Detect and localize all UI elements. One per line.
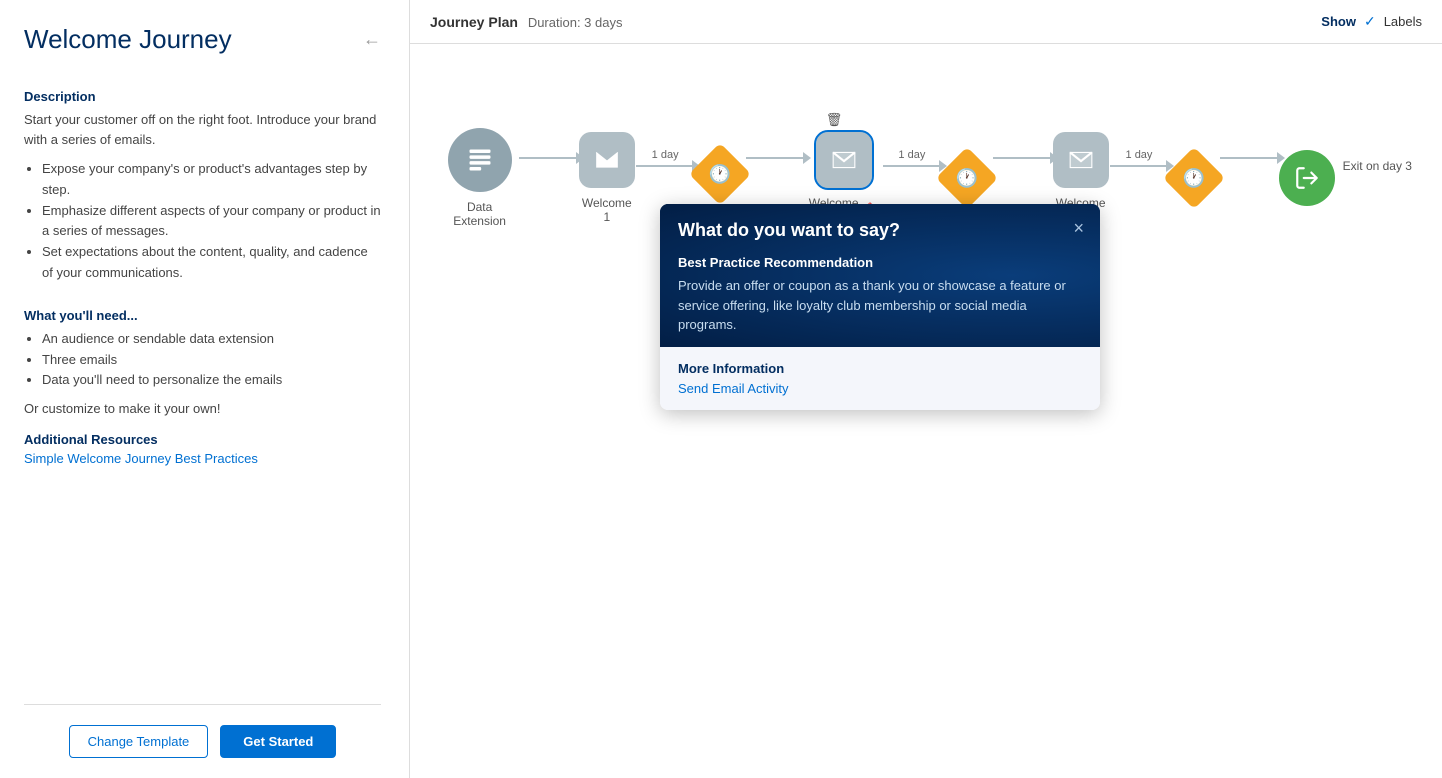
connector-6: 1 day: [1110, 149, 1168, 167]
popup-overlay: What do you want to say? × Best Practice…: [660, 204, 1100, 410]
wait-1-diamond-wrapper[interactable]: 🕐: [694, 148, 746, 200]
connector-line-5: [993, 157, 1051, 159]
customize-text: Or customize to make it your own!: [24, 401, 381, 416]
popup-footer: More Information Send Email Activity: [660, 347, 1100, 410]
delete-welcome-2-icon[interactable]: 🗑: [826, 112, 862, 128]
connector-line-2: [636, 165, 694, 167]
page-title: Welcome Journey: [24, 24, 232, 55]
show-label: Show: [1321, 14, 1356, 29]
connector-4: 1 day: [883, 149, 941, 167]
connector-1: [519, 157, 577, 159]
connector-line-7: [1220, 157, 1278, 159]
wait-1-clock-icon: 🕐: [709, 163, 731, 184]
needs-bullets: An audience or sendable data extension T…: [24, 329, 381, 391]
exit-wrapper: Exit on day 3: [1279, 126, 1412, 206]
node-w1-label: Welcome 1: [578, 196, 636, 224]
wait-3-diamond-wrapper[interactable]: 🕐: [1168, 152, 1220, 204]
get-started-button[interactable]: Get Started: [220, 725, 336, 758]
needs-bullet-1: An audience or sendable data extension: [42, 329, 381, 350]
journey-canvas: Data Extension Welcome 1: [410, 44, 1442, 778]
wait-3-clock-icon: 🕐: [1183, 167, 1205, 188]
connector-line-1: [519, 157, 577, 159]
show-labels-area: Show ✓ Labels: [1321, 13, 1422, 30]
labels-label: Labels: [1384, 14, 1422, 29]
node-data-extension[interactable]: Data Extension: [440, 104, 519, 228]
footer-buttons: Change Template Get Started: [24, 704, 381, 758]
bullet-1: Expose your company's or product's advan…: [42, 159, 381, 201]
wait-2-diamond[interactable]: 🕐: [936, 147, 998, 209]
wait-2-clock-icon: 🕐: [956, 167, 978, 188]
additional-resources-label: Additional Resources: [24, 432, 381, 447]
back-arrow-icon[interactable]: ←: [363, 29, 381, 50]
connector-2: 1 day: [636, 149, 694, 167]
journey-title-area: Journey Plan Duration: 3 days: [430, 14, 622, 30]
popup-recommendation-text: Provide an offer or coupon as a thank yo…: [678, 276, 1082, 335]
node-data-ext-label: Data Extension: [440, 200, 519, 228]
description-bullets: Expose your company's or product's advan…: [24, 159, 381, 284]
page-title-area: Welcome Journey ←: [24, 24, 381, 55]
exit-icon[interactable]: [1279, 150, 1335, 206]
best-practices-link[interactable]: Simple Welcome Journey Best Practices: [24, 451, 381, 466]
popup-title: What do you want to say?: [678, 220, 1082, 241]
node-exit[interactable]: [1279, 126, 1335, 206]
popup-recommendation-label: Best Practice Recommendation: [678, 255, 1082, 270]
data-extension-icon[interactable]: [448, 128, 512, 192]
description-label: Description: [24, 89, 381, 104]
check-icon: ✓: [1364, 13, 1376, 30]
welcome-2-icon[interactable]: 🗑: [816, 132, 872, 188]
change-template-button[interactable]: Change Template: [69, 725, 209, 758]
journey-header: Journey Plan Duration: 3 days Show ✓ Lab…: [410, 0, 1442, 44]
wait-2-diamond-wrapper[interactable]: 🕐: [941, 152, 993, 204]
connector-line-3: [746, 157, 804, 159]
needs-bullet-2: Three emails: [42, 350, 381, 371]
wait-3-diamond[interactable]: 🕐: [1163, 147, 1225, 209]
connector-5: [993, 157, 1051, 159]
popup-close-button[interactable]: ×: [1073, 218, 1084, 239]
node-wait-1[interactable]: 🕐: [694, 124, 746, 208]
needs-label: What you'll need...: [24, 308, 381, 323]
bullet-2: Emphasize different aspects of your comp…: [42, 201, 381, 243]
connector-line-4: [883, 165, 941, 167]
right-panel: Journey Plan Duration: 3 days Show ✓ Lab…: [410, 0, 1442, 778]
wait-2-label-top: 1 day: [898, 149, 925, 161]
node-welcome-1[interactable]: Welcome 1: [578, 108, 636, 224]
journey-duration: Duration: 3 days: [528, 15, 623, 30]
popup-header: What do you want to say? × Best Practice…: [660, 204, 1100, 347]
connector-3: [746, 157, 804, 159]
needs-bullet-3: Data you'll need to personalize the emai…: [42, 370, 381, 391]
wait-1-diamond[interactable]: 🕐: [689, 143, 751, 205]
wait-1-label-top: 1 day: [652, 149, 679, 161]
popup-more-info-label: More Information: [678, 361, 1082, 376]
node-wait-2[interactable]: 🕐: [941, 128, 993, 204]
wait-3-label-top: 1 day: [1126, 149, 1153, 161]
journey-plan-label: Journey Plan: [430, 14, 518, 30]
connector-line-6: [1110, 165, 1168, 167]
welcome-1-icon[interactable]: [579, 132, 635, 188]
bullet-3: Set expectations about the content, qual…: [42, 242, 381, 284]
popup-link[interactable]: Send Email Activity: [678, 381, 789, 396]
welcome-3-icon[interactable]: [1053, 132, 1109, 188]
popup-card: What do you want to say? × Best Practice…: [660, 204, 1100, 410]
node-wait-3[interactable]: 🕐: [1168, 128, 1220, 204]
exit-label: Exit on day 3: [1343, 159, 1412, 173]
connector-7: [1220, 157, 1278, 159]
left-panel: Welcome Journey ← Description Start your…: [0, 0, 410, 778]
description-text: Start your customer off on the right foo…: [24, 110, 381, 149]
